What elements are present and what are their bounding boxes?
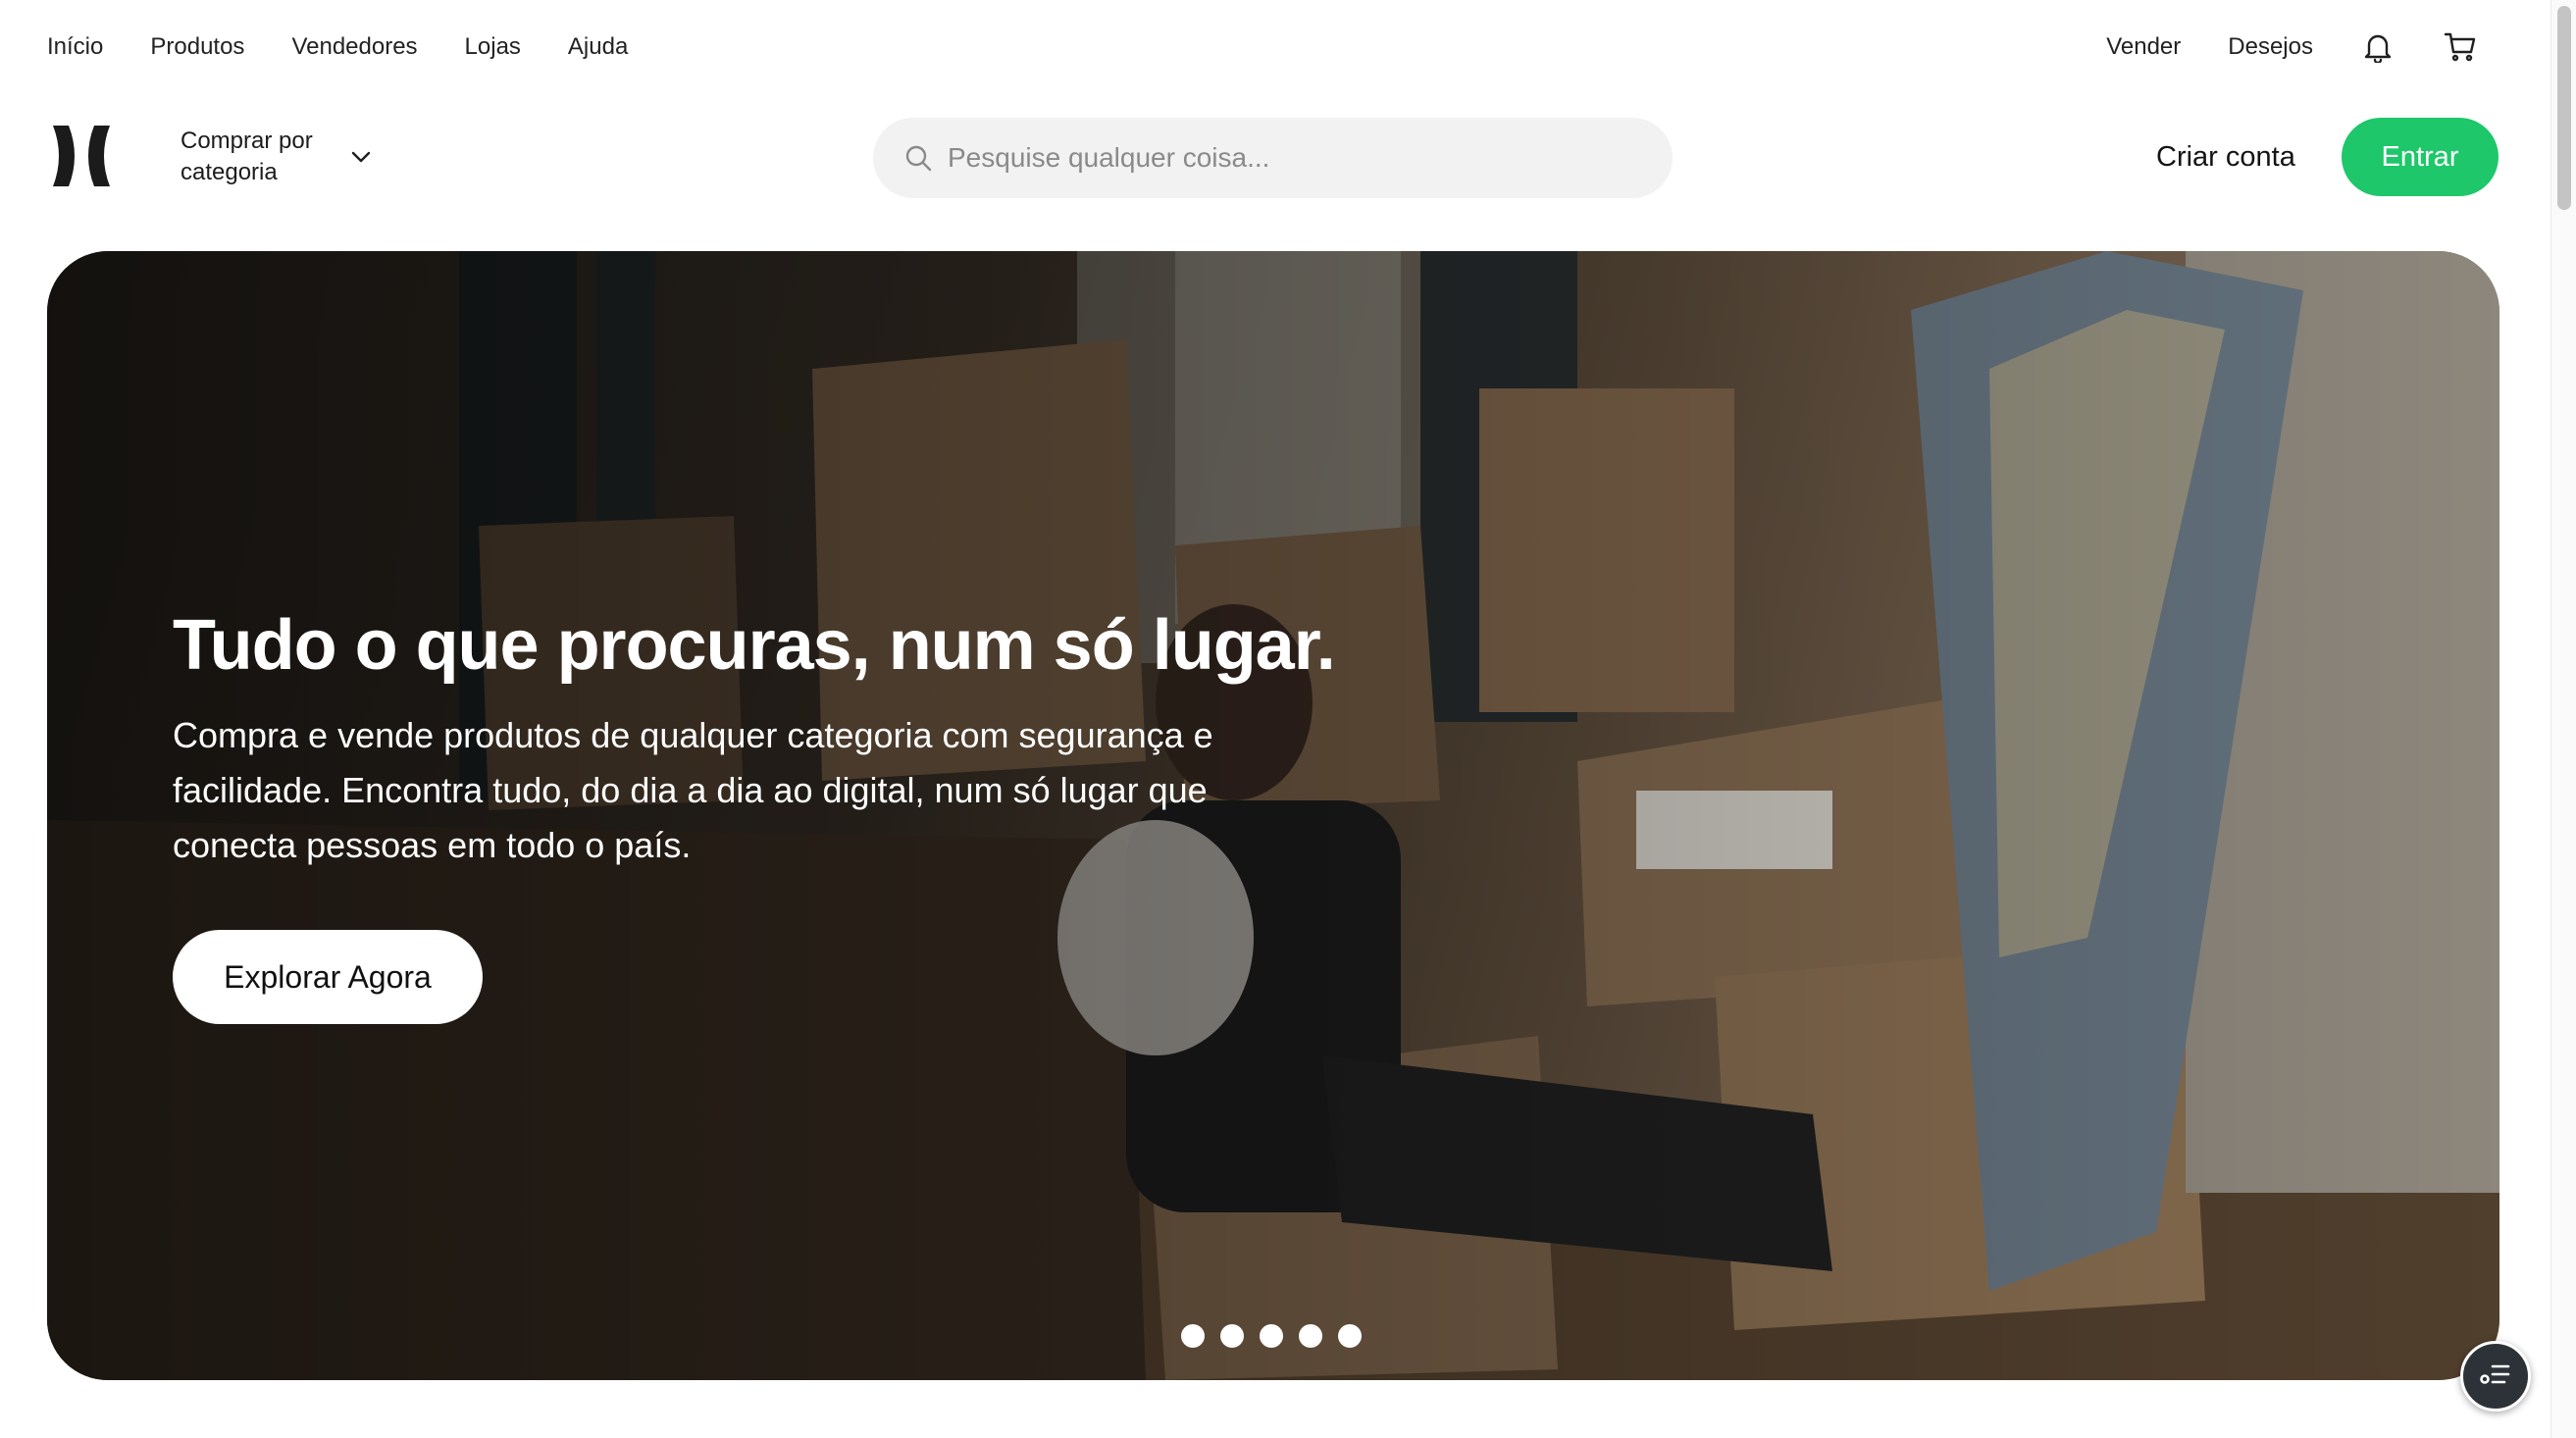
- carousel-dot-2[interactable]: [1220, 1324, 1244, 1348]
- cart-icon[interactable]: [2443, 29, 2478, 65]
- nav-link-vender[interactable]: Vender: [2106, 29, 2181, 65]
- vertical-scrollbar[interactable]: [2550, 0, 2576, 1438]
- page: Início Produtos Vendedores Lojas Ajuda V…: [0, 0, 2576, 1438]
- hero-banner: Tudo o que procuras, num só lugar. Compr…: [47, 251, 2499, 1380]
- carousel-dots: [1181, 1324, 1362, 1348]
- carousel-dot-4[interactable]: [1299, 1324, 1322, 1348]
- carousel-dot-3[interactable]: [1260, 1324, 1283, 1348]
- floating-menu-button[interactable]: [2460, 1341, 2531, 1412]
- create-account-link[interactable]: Criar conta: [2156, 137, 2295, 177]
- list-menu-icon: [2479, 1361, 2512, 1393]
- hero-title: Tudo o que procuras, num só lugar.: [173, 606, 1336, 685]
- search-icon: [902, 142, 934, 174]
- hero-subtitle: Compra e vende produtos de qualquer cate…: [173, 715, 1213, 865]
- nav-link-inicio[interactable]: Início: [47, 29, 103, 65]
- chevron-down-icon: [347, 143, 375, 171]
- carousel-dot-1[interactable]: [1181, 1324, 1205, 1348]
- nav-link-produtos[interactable]: Produtos: [150, 29, 244, 65]
- brand-logo[interactable]: [49, 124, 114, 188]
- nav-link-vendedores[interactable]: Vendedores: [291, 29, 417, 65]
- top-nav-actions: Vender Desejos: [2106, 29, 2478, 65]
- top-nav-links: Início Produtos Vendedores Lojas Ajuda: [47, 29, 628, 65]
- bell-icon[interactable]: [2360, 29, 2396, 65]
- nav-link-lojas[interactable]: Lojas: [465, 29, 521, 65]
- main-header: Comprar por categoria Criar conta Entrar: [0, 102, 2550, 210]
- login-button[interactable]: Entrar: [2342, 118, 2499, 196]
- explore-now-button[interactable]: Explorar Agora: [173, 930, 483, 1024]
- shop-by-category-label: Comprar por categoria: [180, 128, 313, 185]
- search-input[interactable]: [948, 142, 1634, 174]
- carousel-dot-5[interactable]: [1338, 1324, 1362, 1348]
- nav-link-desejos[interactable]: Desejos: [2228, 29, 2313, 65]
- search-bar[interactable]: [873, 118, 1673, 198]
- shop-by-category-dropdown[interactable]: Comprar por categoria: [180, 126, 375, 188]
- hero-content: Tudo o que procuras, num só lugar. Compr…: [173, 604, 1448, 1024]
- top-nav: Início Produtos Vendedores Lojas Ajuda V…: [0, 0, 2550, 94]
- scrollbar-thumb[interactable]: [2557, 6, 2571, 210]
- nav-link-ajuda[interactable]: Ajuda: [568, 29, 628, 65]
